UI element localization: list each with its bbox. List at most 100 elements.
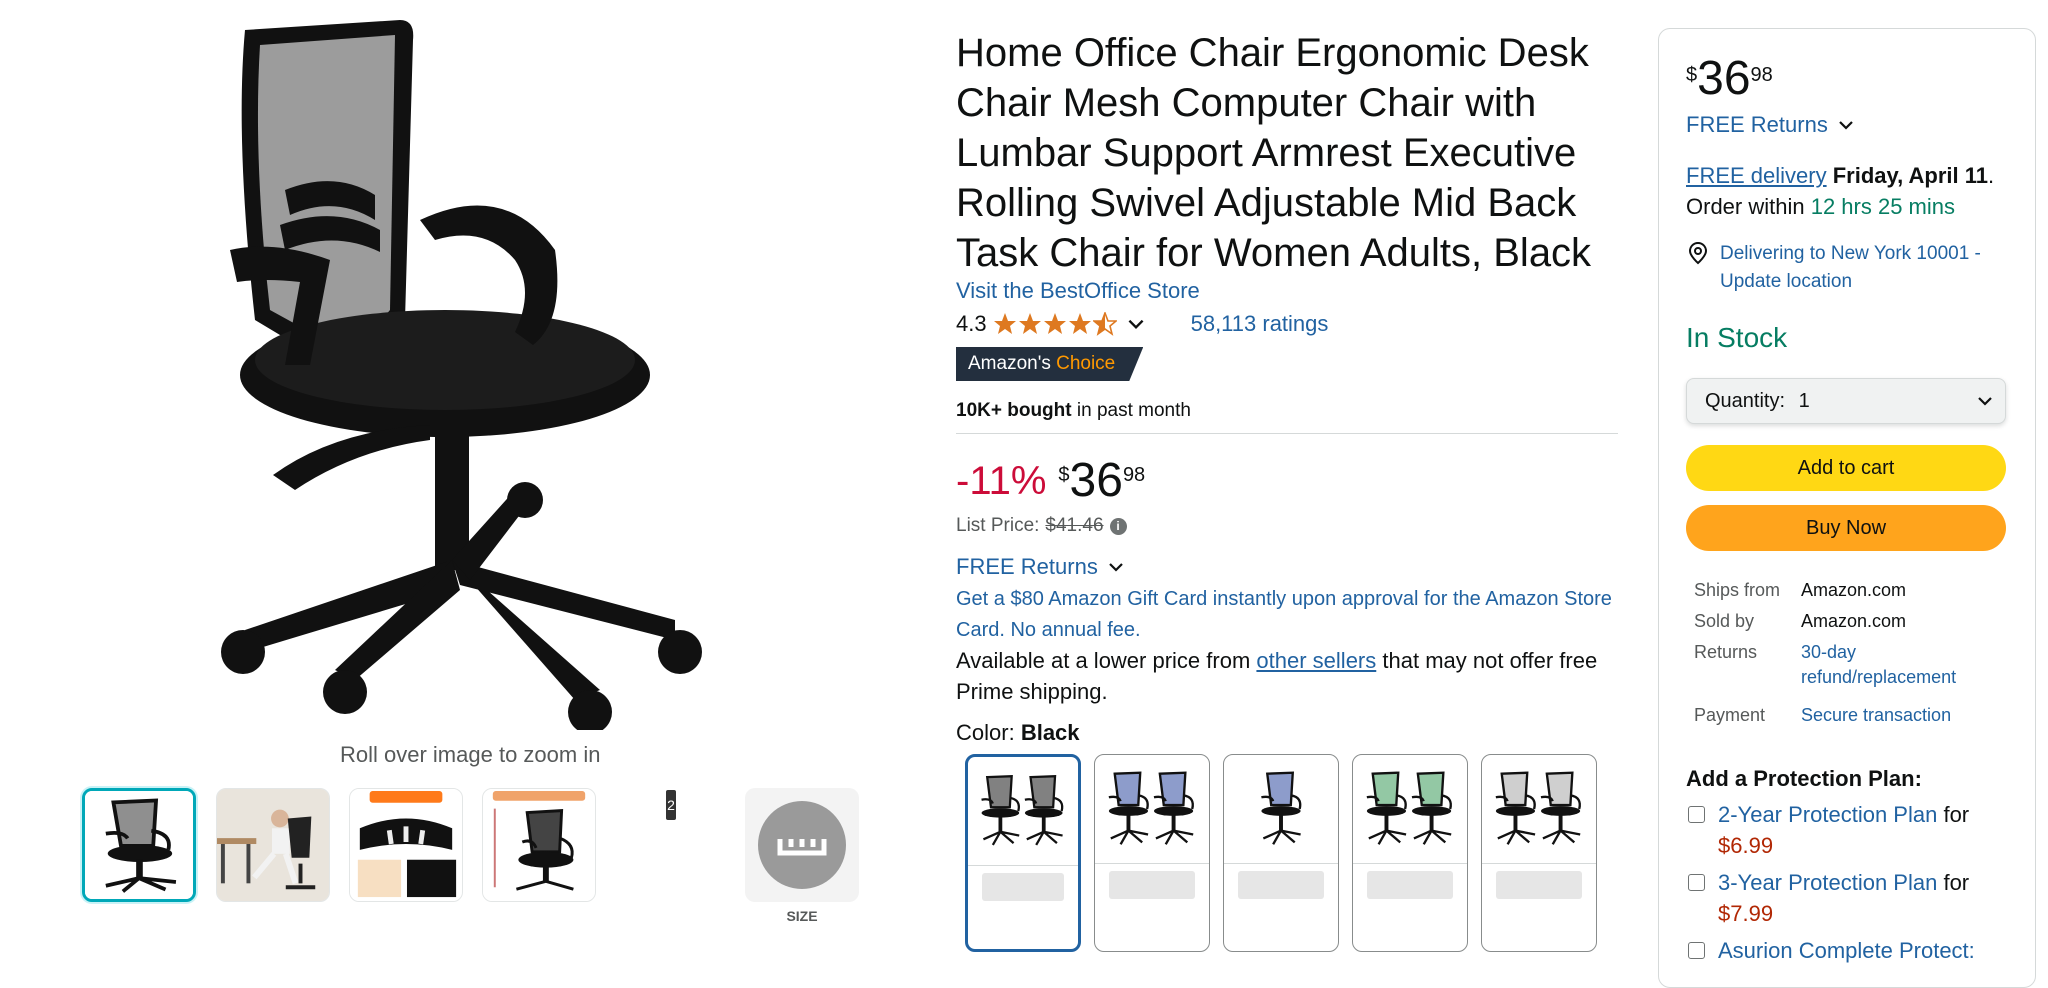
price-row: -11% $ 36 98 xyxy=(956,452,1145,510)
color-swatch[interactable] xyxy=(1352,754,1468,952)
swatch-price-placeholder xyxy=(982,873,1064,901)
star-full-icon xyxy=(1043,313,1066,334)
chevron-down-icon xyxy=(1839,121,1853,130)
ruler-icon xyxy=(758,801,846,889)
order-within-time: 12 hrs 25 mins xyxy=(1810,194,1956,219)
swatch-chair-image xyxy=(974,763,1072,861)
buybox-price: $ 36 98 xyxy=(1686,52,1773,106)
list-price-row: List Price: $41.46 i xyxy=(956,515,1127,537)
price-symbol: $ xyxy=(1686,64,1698,86)
price-fraction: 98 xyxy=(1122,464,1146,486)
payment-row: Payment Secure transaction xyxy=(1694,703,2001,728)
amazons-choice-badge: Amazon's Choice xyxy=(956,347,1143,381)
sold-by-row: Sold by Amazon.com xyxy=(1694,609,2001,634)
star-rating[interactable] xyxy=(993,312,1117,336)
quantity-select[interactable]: Quantity: 1 xyxy=(1686,378,2006,424)
color-swatch[interactable] xyxy=(1481,754,1597,952)
color-swatch[interactable] xyxy=(1223,754,1339,952)
size-chart-thumbnail[interactable] xyxy=(745,788,859,902)
secure-transaction-link[interactable]: Secure transaction xyxy=(1801,703,2001,728)
star-full-icon xyxy=(993,313,1016,334)
rating-row: 4.3 58,113 ratings xyxy=(956,308,1328,340)
protection-plan-link[interactable]: 3-Year Protection Plan xyxy=(1718,870,1937,895)
stock-status: In Stock xyxy=(1686,322,1788,353)
location-pin-icon xyxy=(1688,241,1708,265)
star-half-icon xyxy=(1092,312,1117,336)
protection-plan-checkbox[interactable] xyxy=(1688,806,1705,823)
swatch-price-placeholder xyxy=(1238,871,1324,899)
swatch-chair-image xyxy=(1101,761,1203,859)
product-title: Home Office Chair Ergonomic Desk Chair M… xyxy=(956,31,1592,275)
divider xyxy=(1482,863,1596,864)
buybox-free-returns-link[interactable]: FREE Returns xyxy=(1686,112,1856,138)
free-returns-label: FREE Returns xyxy=(956,554,1098,579)
thumbnail-dimensions[interactable] xyxy=(482,788,596,902)
color-selection-label: Color: Black xyxy=(956,720,1080,746)
plan-price: $7.99 xyxy=(1718,901,1774,926)
add-to-cart-button[interactable]: Add to cart xyxy=(1686,445,2006,491)
price-whole: 36 xyxy=(1697,52,1751,105)
bought-suffix: in past month xyxy=(1076,400,1191,421)
main-product-image[interactable] xyxy=(215,20,725,730)
ships-from-row: Ships from Amazon.com xyxy=(1694,578,2001,603)
swatch-price-placeholder xyxy=(1496,871,1582,899)
swatch-price-placeholder xyxy=(1367,871,1453,899)
bought-in-past-month: 10K+ bought in past month xyxy=(956,400,1191,422)
protection-plan-checkbox[interactable] xyxy=(1688,874,1705,891)
price-whole: 36 xyxy=(1069,454,1123,507)
thumbnail-main-chair[interactable] xyxy=(82,788,196,902)
protection-plan-link[interactable]: Asurion Complete Protect: xyxy=(1718,938,1975,963)
returns-row: Returns 30-day refund/replacement xyxy=(1694,640,2001,690)
color-swatch[interactable] xyxy=(965,754,1081,952)
star-full-icon xyxy=(1068,313,1091,334)
protection-plan-option: 3-Year Protection Plan for $7.99 xyxy=(1686,867,2016,929)
badge-accent: Choice xyxy=(1056,353,1116,374)
returns-policy-link[interactable]: 30-day refund/replacement xyxy=(1801,640,2001,690)
returns-label: Returns xyxy=(1694,642,1758,662)
thumbnail-lifestyle-office[interactable] xyxy=(216,788,330,902)
divider xyxy=(1095,863,1209,864)
star-full-icon xyxy=(1018,313,1041,334)
info-icon[interactable]: i xyxy=(1109,517,1127,535)
sold-by-value: Amazon.com xyxy=(1801,611,1907,631)
free-delivery-link[interactable]: FREE delivery xyxy=(1686,163,1827,188)
list-price-value: $41.46 xyxy=(1045,515,1104,536)
divider xyxy=(968,865,1078,866)
price-fraction: 98 xyxy=(1750,64,1773,86)
buy-now-button[interactable]: Buy Now xyxy=(1686,505,2006,551)
size-label: SIZE xyxy=(786,908,818,924)
bought-count: 10K+ bought xyxy=(956,400,1072,421)
chevron-down-icon xyxy=(1978,397,1992,406)
gift-card-offer-link[interactable]: Get a $80 Amazon Gift Card instantly upo… xyxy=(956,584,1636,646)
list-price-label: List Price: xyxy=(956,515,1040,536)
divider xyxy=(1353,863,1467,864)
rating-value: 4.3 xyxy=(956,311,987,336)
lower-price-prefix: Available at a lower price from xyxy=(956,648,1251,673)
location-text: Delivering to New York 10001 - Update lo… xyxy=(1720,243,1981,292)
store-link[interactable]: Visit the BestOffice Store xyxy=(956,278,1200,304)
payment-label: Payment xyxy=(1694,705,1766,725)
plan-for-text: for xyxy=(1943,870,1970,895)
protection-plan-link[interactable]: 2-Year Protection Plan xyxy=(1718,802,1937,827)
delivery-date: Friday, April 11 xyxy=(1832,163,1988,188)
delivery-location-link[interactable]: Delivering to New York 10001 - Update lo… xyxy=(1686,240,2016,296)
ratings-count-link[interactable]: 58,113 ratings xyxy=(1191,311,1329,337)
other-sellers-link[interactable]: other sellers xyxy=(1256,648,1376,673)
chevron-down-icon xyxy=(1109,563,1123,572)
badge-prefix: Amazon's xyxy=(968,353,1051,374)
thumbnail-lumbar-cushion[interactable] xyxy=(349,788,463,902)
color-value: Black xyxy=(1020,720,1080,745)
color-swatch[interactable] xyxy=(1094,754,1210,952)
zoom-hint-text: Roll over image to zoom in xyxy=(340,742,601,767)
free-returns-link[interactable]: FREE Returns xyxy=(956,554,1126,580)
chevron-down-icon[interactable] xyxy=(1125,313,1147,335)
plan-price: $6.99 xyxy=(1718,833,1774,858)
protection-plan-option: Asurion Complete Protect: xyxy=(1686,935,2016,966)
protection-plan-checkbox[interactable] xyxy=(1688,942,1705,959)
divider xyxy=(1224,863,1338,864)
ships-from-label: Ships from xyxy=(1694,580,1781,600)
lower-price-notice: Available at a lower price from other se… xyxy=(956,645,1636,707)
free-returns-label: FREE Returns xyxy=(1686,112,1828,137)
protection-plan-title: Add a Protection Plan: xyxy=(1686,766,1922,791)
more-images-indicator[interactable]: 2 xyxy=(666,790,676,820)
